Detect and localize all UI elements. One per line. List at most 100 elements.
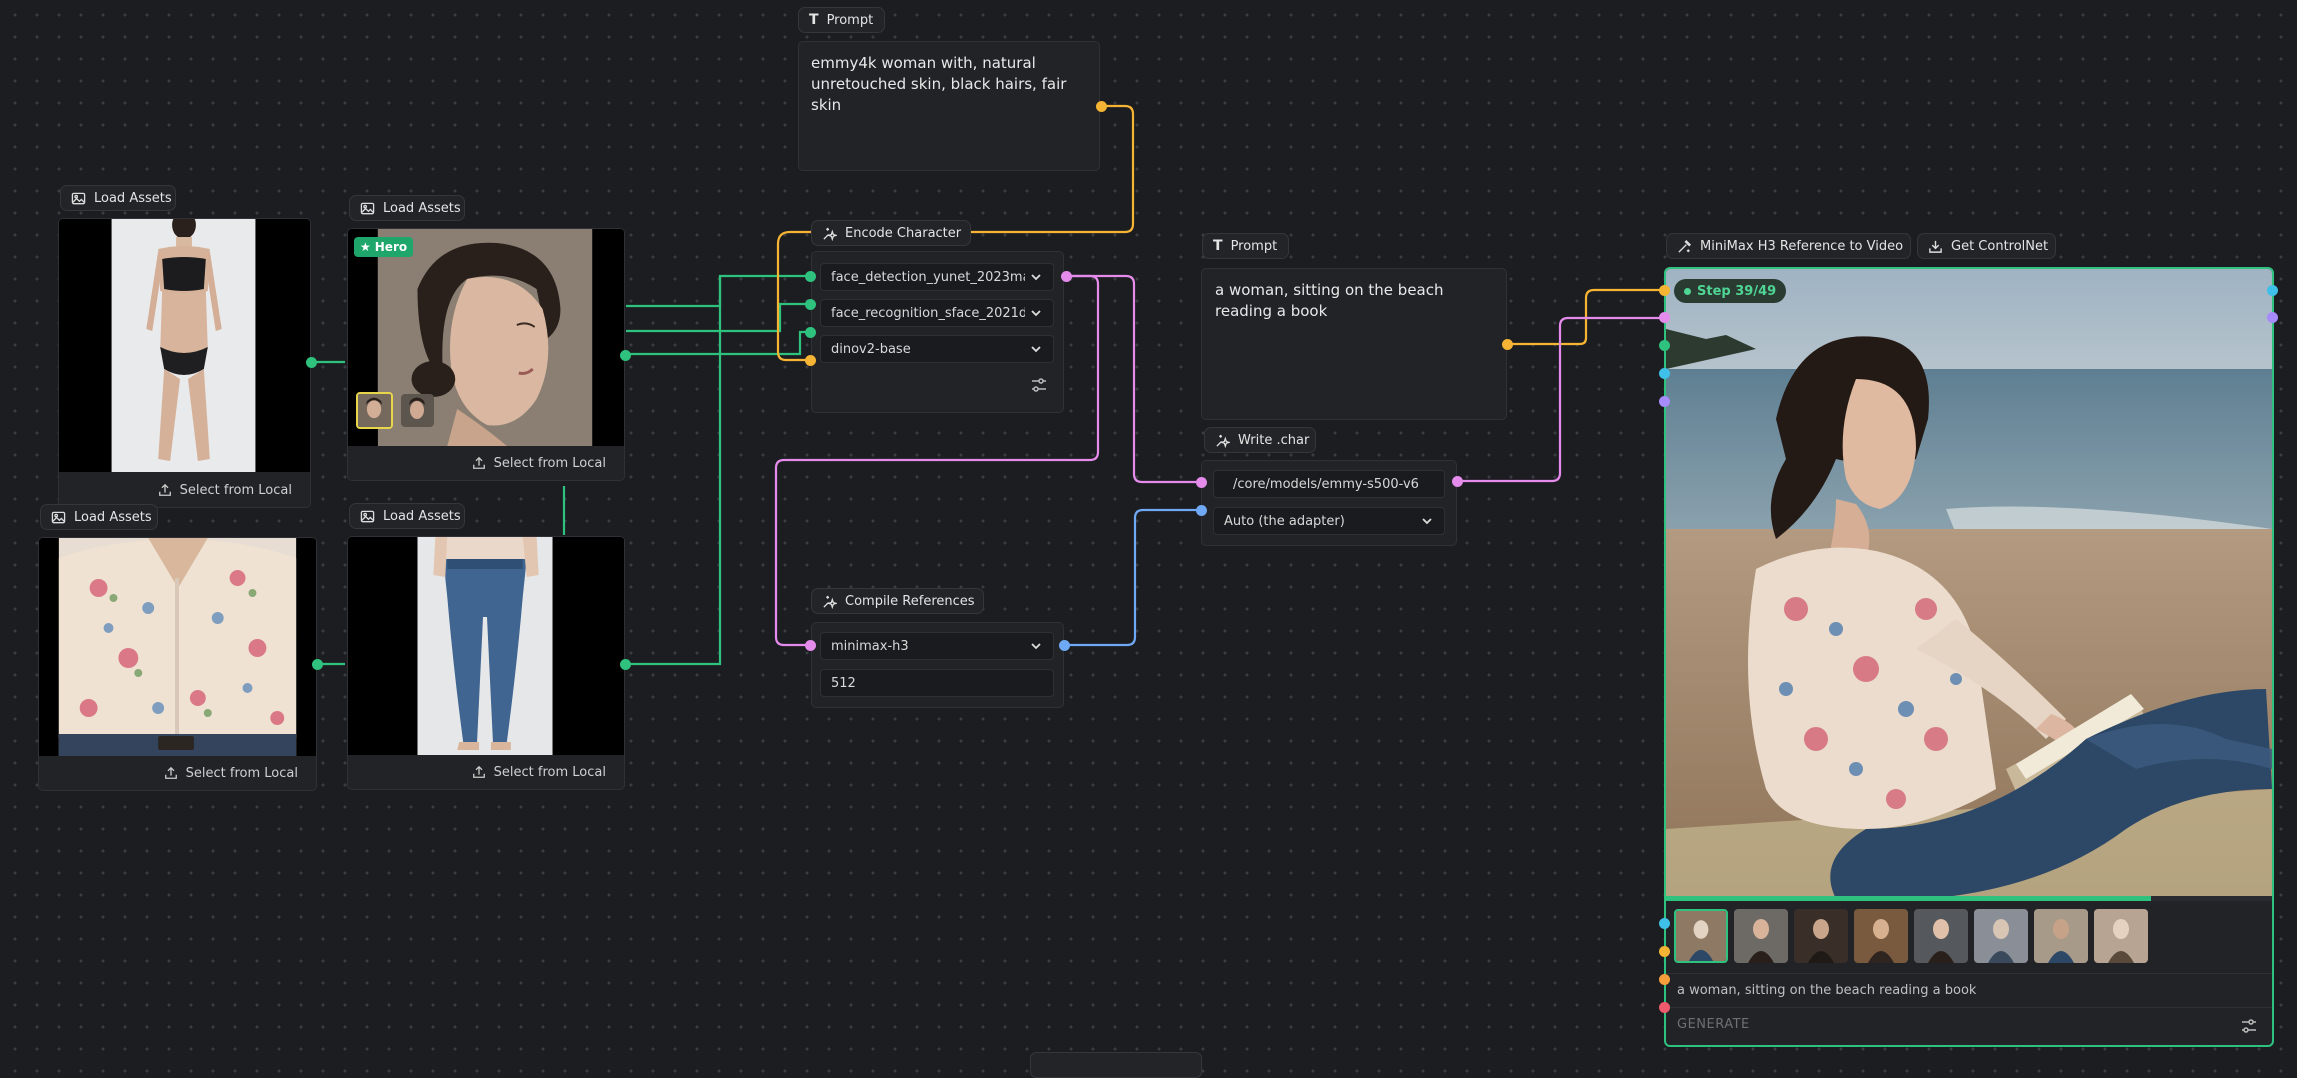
load-assets-2-card: ★ Hero Select from Local [347,228,625,481]
hero-thumbnail[interactable] [356,392,393,429]
settings-sliders-icon[interactable] [2240,1017,2258,1035]
load-assets-1-card: Select from Local [58,218,311,508]
minimax-video-header[interactable]: MiniMax H3 Reference to Video [1666,233,1911,259]
select-from-local-button[interactable]: Select from Local [348,755,624,789]
select-from-local-button[interactable]: Select from Local [39,756,316,790]
prompt-1-card: emmy4k woman with, natural unretouched s… [798,41,1100,171]
output-port-green[interactable] [620,350,631,361]
face-detection-select[interactable]: face_detection_yunet_2023mar [820,263,1054,291]
video-frame-thumbnail[interactable] [2034,909,2088,963]
download-icon [1929,240,1942,253]
output-port-pink[interactable] [1452,476,1463,487]
video-caption: a woman, sitting on the beach reading a … [1677,983,1977,998]
load-assets-4-header[interactable]: Load Assets [349,503,465,529]
text-icon: T [809,12,819,28]
prompt-2-text[interactable]: a woman, sitting on the beach reading a … [1215,280,1495,322]
face-recognition-select[interactable]: face_recognition_sface_2021dec [820,299,1054,327]
output-port-cyan[interactable] [2267,285,2278,296]
write-char-adapter-select[interactable]: Auto (the adapter) [1213,507,1445,535]
video-frame-thumbnail[interactable] [2094,909,2148,963]
write-char-path-input[interactable]: /core/models/emmy-s500-v6 [1213,470,1445,498]
status-dot [1684,287,1691,295]
load-assets-3-header[interactable]: Load Assets [40,504,158,530]
compile-size-input[interactable]: 512 [820,669,1054,697]
video-frame-thumbnail[interactable] [1734,909,1788,963]
output-port-yellow[interactable] [1096,101,1107,112]
step-badge: Step 39/49 [1674,279,1787,303]
image-icon [71,192,86,204]
sparkle-icon [1216,434,1230,448]
asset-image-body [59,219,310,472]
upload-icon [472,765,485,778]
bottom-toolbar[interactable] [1030,1052,1202,1078]
input-port-yellow[interactable] [1659,946,1670,957]
input-port-cyan[interactable] [1659,918,1670,929]
sparkle-icon [823,595,837,609]
video-frame-thumbnail[interactable] [1674,909,1728,963]
generate-input[interactable]: GENERATE [1677,1017,2237,1039]
minimax-video-card: Step 39/49 a woman, sitting on the beach… [1664,267,2274,1047]
input-port-green[interactable] [1659,340,1670,351]
video-frame-thumbnail[interactable] [1854,909,1908,963]
prompt-1-text[interactable]: emmy4k woman with, natural unretouched s… [811,53,1081,116]
write-char-header[interactable]: Write .char [1204,427,1316,453]
prompt-1-header[interactable]: T Prompt [798,7,885,33]
divider [1666,1007,2272,1008]
chevron-down-icon [1031,274,1041,281]
sparkle-icon [823,227,837,241]
output-port-purple[interactable] [2267,312,2278,323]
thumbnail-strip [1674,909,2148,965]
encode-character-header[interactable]: Encode Character [811,220,971,246]
embedding-model-select[interactable]: dinov2-base [820,335,1054,363]
output-port-blue[interactable] [1059,640,1070,651]
compile-references-header[interactable]: Compile References [811,588,984,614]
get-controlnet-button[interactable]: Get ControlNet [1917,233,2056,259]
asset-thumbnail[interactable] [401,394,434,427]
input-port-green[interactable] [805,299,816,310]
magic-wand-icon [1678,239,1692,253]
asset-image-shirt [39,538,316,756]
prompt-2-card: a woman, sitting on the beach reading a … [1201,268,1507,420]
chevron-down-icon [1422,518,1432,525]
asset-image-face: ★ Hero [348,229,624,446]
output-port-pink[interactable] [1061,271,1072,282]
input-port-blue[interactable] [1196,505,1207,516]
output-port-green[interactable] [312,659,323,670]
load-assets-4-card: Select from Local [347,536,625,790]
chevron-down-icon [1031,346,1041,353]
star-icon: ★ [360,240,371,254]
upload-icon [158,483,171,496]
select-from-local-button[interactable]: Select from Local [59,473,310,507]
output-port-green[interactable] [620,659,631,670]
input-port-red[interactable] [1659,1002,1670,1013]
settings-sliders-icon[interactable] [1030,376,1048,394]
video-frame-thumbnail[interactable] [1914,909,1968,963]
input-port-green[interactable] [805,271,816,282]
load-assets-1-header[interactable]: Load Assets [60,185,176,211]
input-port-cyan[interactable] [1659,368,1670,379]
input-port-yellow[interactable] [805,355,816,366]
text-icon: T [1213,238,1223,254]
image-icon [360,510,375,522]
video-preview: Step 39/49 [1666,269,2272,899]
input-port-pink[interactable] [805,640,816,651]
video-frame-thumbnail[interactable] [1974,909,2028,963]
video-frame-thumbnail[interactable] [1794,909,1848,963]
load-assets-2-header[interactable]: Load Assets [349,195,465,221]
input-port-orange[interactable] [1659,974,1670,985]
input-port-yellow[interactable] [1659,285,1670,296]
upload-icon [472,456,485,469]
select-from-local-button[interactable]: Select from Local [348,446,624,480]
divider [1666,973,2272,974]
chevron-down-icon [1031,310,1041,317]
compile-model-select[interactable]: minimax-h3 [820,632,1054,660]
image-icon [360,202,375,214]
input-port-purple[interactable] [1659,396,1670,407]
output-port-yellow[interactable] [1502,339,1513,350]
input-port-green[interactable] [805,327,816,338]
output-port-green[interactable] [306,357,317,368]
input-port-pink[interactable] [1196,477,1207,488]
input-port-pink[interactable] [1659,312,1670,323]
prompt-2-header[interactable]: T Prompt [1202,233,1289,259]
upload-icon [164,766,177,779]
